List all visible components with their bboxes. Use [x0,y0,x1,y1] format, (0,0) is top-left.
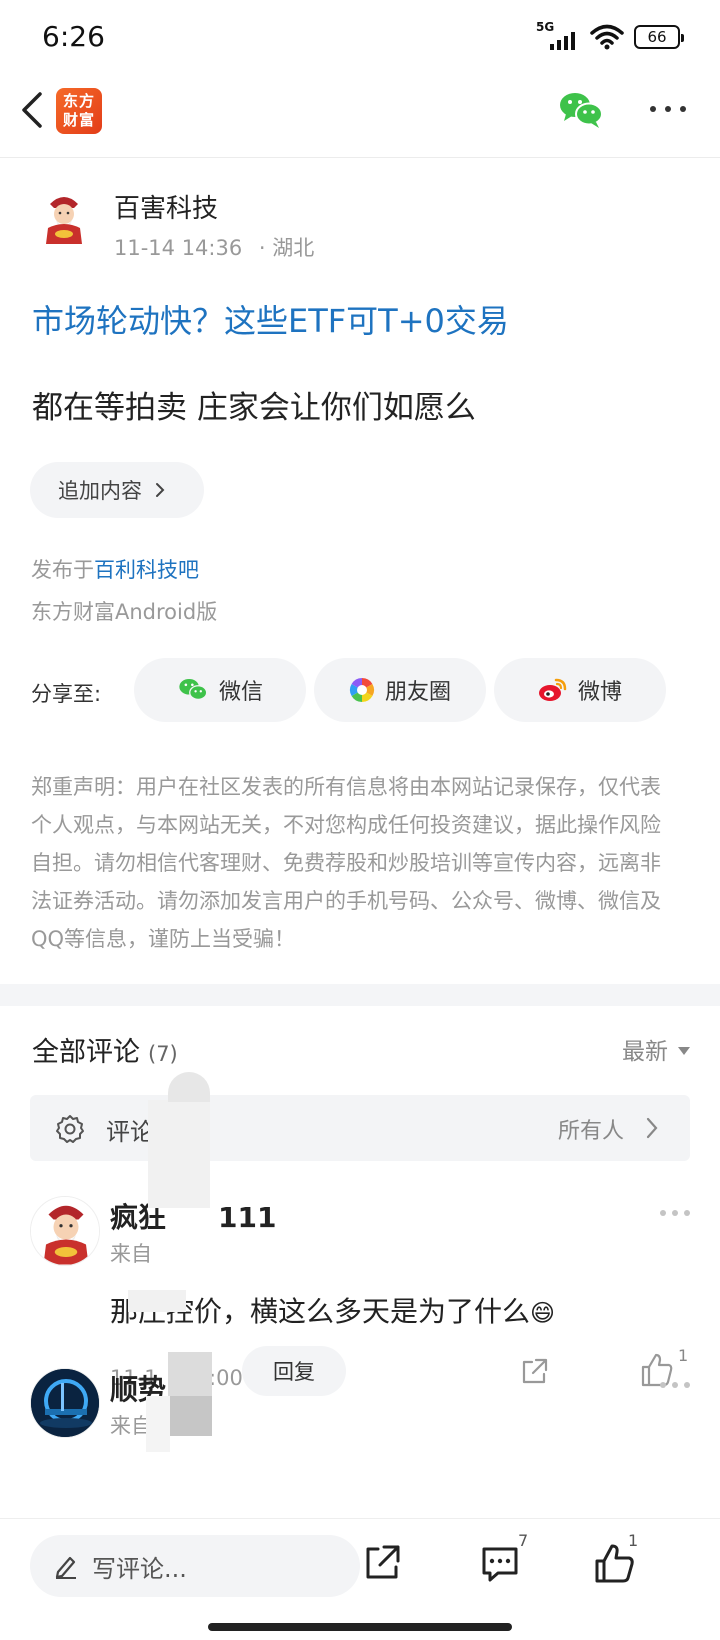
chevron-right-icon [646,1117,658,1139]
more-options-button[interactable] [650,106,686,112]
write-comment-placeholder: 写评论... [92,1554,187,1583]
wechat-share-button[interactable] [558,90,604,130]
weibo-icon [538,678,567,701]
commenter-name-end: 111 [218,1201,277,1234]
comment-like-count: 1 [678,1346,689,1365]
commenter-avatar[interactable] [30,1196,100,1266]
author-avatar[interactable] [36,190,92,246]
logo-text-top: 东方 [62,92,95,110]
published-prefix: 发布于 [31,558,94,582]
status-icons: 5G 66 [536,20,684,50]
battery-icon: 66 [634,25,684,49]
sort-dropdown[interactable]: 最新 [622,1032,690,1066]
append-content-button[interactable]: 追加内容 [30,462,204,518]
share-label: 分享至: [31,682,102,706]
redaction-block [168,1072,210,1102]
redaction-block [128,1290,186,1312]
share-moments-label: 朋友圈 [384,680,451,705]
post-date: 11-14 14:36 [114,236,243,260]
redaction-block [148,1100,210,1208]
redaction-block [146,1396,170,1452]
back-button[interactable] [14,88,54,132]
wechat-icon [560,93,603,128]
laughing-emoji-icon: 😄 [530,1299,556,1327]
share-wechat-label: 微信 [218,680,263,705]
post-source: 东方财富Android版 [31,600,218,624]
commenter-avatar[interactable] [30,1368,100,1438]
share-moments-button[interactable]: 朋友圈 [314,658,486,722]
published-in: 发布于百利科技吧 [31,554,199,584]
post-location: · 湖北 [258,236,315,260]
post-author: 百害科技 11-14 14:36 · 湖北 [30,180,690,260]
redaction-block [168,1396,212,1436]
comment-settings-value: 所有人 [557,1119,624,1144]
bottom-action-bar: 写评论... 7 1 [0,1518,720,1640]
post-meta: 11-14 14:36 · 湖北 [114,232,314,262]
write-comment-input[interactable]: 写评论... [30,1535,360,1597]
comment-settings-row[interactable]: 评论设置 所有人 [30,1095,690,1161]
redaction-block [168,1352,212,1396]
triangle-down-icon [678,1047,690,1055]
sort-label: 最新 [622,1039,668,1065]
moments-aperture-icon [349,678,374,702]
share-weibo-button[interactable]: 微博 [494,658,666,722]
share-out-icon[interactable] [360,1541,404,1585]
disclaimer-text: 郑重声明：用户在社区发表的所有信息将由本网站记录保存，仅代表个人观点，与本网站无… [31,775,661,951]
comment-bubble-icon[interactable] [478,1541,522,1585]
append-content-label: 追加内容 [58,479,142,503]
fortune-god-avatar-icon [46,197,82,244]
chevron-right-icon [156,483,165,497]
comments-title: 全部评论 (7) [32,1030,178,1069]
status-time: 6:26 [42,20,105,53]
comments-title-text: 全部评论 [32,1037,140,1068]
comment-source: 来自 [110,1242,152,1266]
like-count-badge: 1 [628,1531,639,1550]
app-logo: 东方 财富 [56,88,102,134]
share-weibo-label: 微博 [577,680,622,705]
fortune-god-avatar-icon [31,1197,99,1265]
comments-count: (7) [148,1042,178,1066]
pencil-icon [55,1556,76,1579]
post-title-link[interactable]: 市场轮动快？这些ETF可T+0交易 [32,296,509,342]
post-body: 都在等拍卖 庄家会让你们如愿么 [32,390,476,426]
gear-icon [56,1115,84,1143]
cellular-signal-icon: 5G [536,20,580,50]
comment-more-button[interactable] [660,1210,690,1216]
forum-link[interactable]: 百利科技吧 [94,558,199,582]
wechat-icon [179,678,208,701]
top-nav-bar: 东方 财富 [0,76,720,158]
section-divider [0,984,720,1006]
wifi-icon [590,24,624,50]
comments-header: 全部评论 (7) 最新 [30,1030,690,1070]
battery-level: 66 [647,28,667,46]
comment-item: 顺势 来自 [30,1368,690,1448]
status-bar: 6:26 5G 66 [0,0,720,76]
city-night-avatar-icon [31,1369,99,1437]
logo-text-bottom: 财富 [62,111,95,129]
comment-more-button[interactable] [660,1382,690,1388]
author-name[interactable]: 百害科技 [114,188,218,225]
chevron-left-icon [22,92,42,128]
home-indicator [208,1623,512,1631]
comment-count-badge: 7 [518,1531,529,1550]
share-wechat-button[interactable]: 微信 [134,658,306,722]
